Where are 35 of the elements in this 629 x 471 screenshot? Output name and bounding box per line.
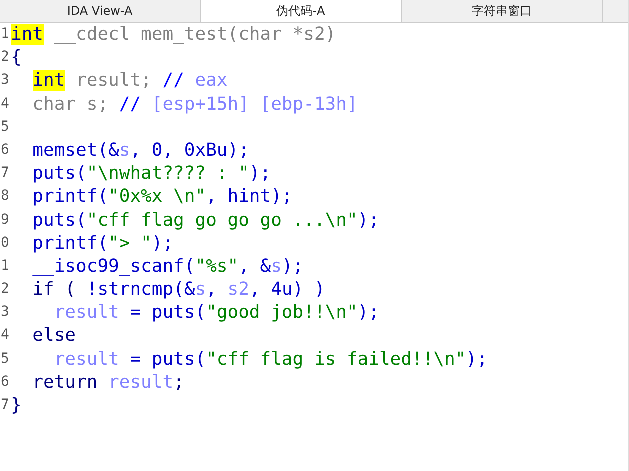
view-tab[interactable]: 字符串窗口 [402, 0, 603, 22]
code-line: int __cdecl mem_test(char *s2) [11, 23, 336, 46]
line-number: 7 [0, 396, 10, 415]
line-number: 7 [0, 164, 10, 184]
line-number: 3 [0, 71, 10, 90]
code-line: if ( !strncmp(&s, s2, 4u) ) [32, 278, 326, 302]
code-line: return result; [32, 370, 184, 394]
line-number: 2 [0, 280, 10, 300]
line-number: 6 [0, 372, 10, 392]
line-number: 2 [0, 48, 10, 68]
code-line: __isoc99_scanf("%s", &s); [32, 254, 304, 278]
view-tab[interactable]: 伪代码-A [201, 0, 402, 22]
code-line: result = puts("cff flag is failed!!\n"); [53, 348, 488, 371]
code-line: { [11, 46, 22, 70]
line-number: 8 [0, 187, 10, 206]
line-number: 1 [0, 25, 10, 44]
code-line: printf("> "); [32, 232, 174, 255]
line-number: 9 [0, 210, 10, 230]
code-line: char s; // [esp+15h] [ebp-13h] [32, 92, 358, 116]
line-number: 0 [0, 234, 10, 253]
line-number: 5 [0, 350, 10, 369]
line-number: 4 [0, 326, 10, 346]
code-line: else [32, 324, 76, 348]
code-line: puts("\nwhat???? : "); [32, 162, 272, 186]
line-number: 3 [0, 303, 10, 322]
code-line: } [11, 394, 22, 418]
code-line: printf("0x%x \n", hint); [32, 185, 293, 208]
code-line: memset(&s, 0, 0xBu); [32, 138, 250, 162]
code-line: puts("cff flag go go go ...\n"); [32, 208, 380, 232]
line-number: 6 [0, 140, 10, 160]
line-number: 1 [0, 256, 10, 276]
line-number: 4 [0, 94, 10, 114]
code-line: int result; // eax [32, 69, 228, 93]
code-line: result = puts("good job!!\n"); [53, 301, 380, 324]
line-number: 5 [0, 118, 10, 137]
